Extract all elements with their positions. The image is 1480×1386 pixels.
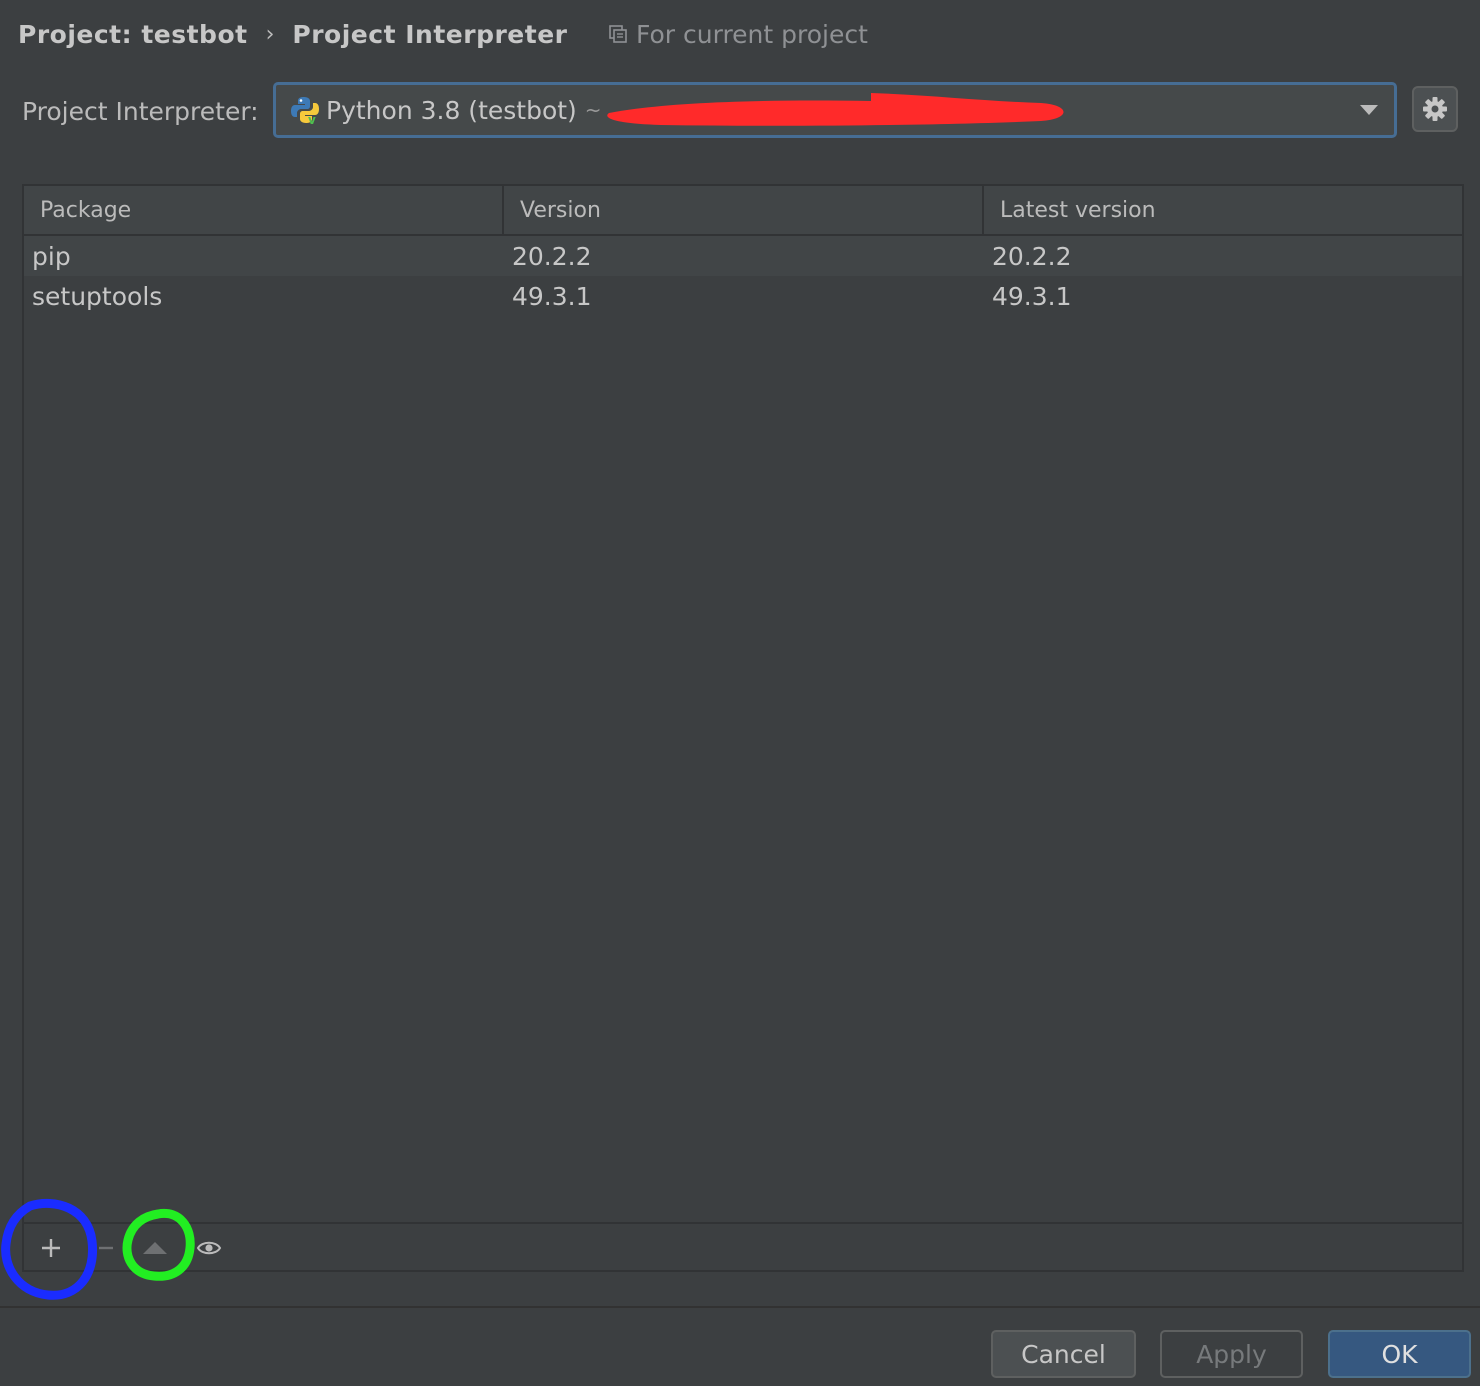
ok-button[interactable]: OK	[1328, 1330, 1471, 1378]
footer-divider	[0, 1306, 1480, 1308]
package-name: setuptools	[32, 281, 163, 311]
chevron-down-icon[interactable]	[1360, 105, 1378, 115]
copy-icon	[609, 25, 627, 43]
plus-icon	[42, 1239, 60, 1257]
uninstall-package-button[interactable]	[96, 1224, 116, 1272]
svg-text:v: v	[308, 113, 316, 125]
show-early-releases-button[interactable]	[194, 1224, 224, 1272]
breadcrumb: Project: testbot › Project Interpreter	[18, 14, 567, 54]
package-toolbar	[24, 1222, 1462, 1272]
package-name: pip	[32, 241, 71, 271]
settings-button[interactable]	[1412, 86, 1458, 132]
upgrade-package-button[interactable]	[140, 1224, 170, 1272]
table-header: Package Version Latest version	[24, 186, 1462, 236]
page-title: Project Interpreter	[292, 19, 568, 49]
gear-icon	[1423, 97, 1447, 121]
package-latest-version: 49.3.1	[992, 281, 1072, 311]
table-body: pip 20.2.2 20.2.2 setuptools 49.3.1 49.3…	[24, 236, 1462, 316]
breadcrumb-project[interactable]: Project: testbot	[18, 20, 248, 49]
interpreter-path: ~	[584, 98, 602, 122]
redaction-scribble	[607, 93, 1064, 126]
minus-icon	[99, 1246, 113, 1250]
install-package-button[interactable]	[36, 1224, 66, 1272]
interpreter-value: Python 3.8 (testbot)	[326, 95, 577, 125]
column-header-package[interactable]: Package	[24, 186, 504, 234]
table-row[interactable]: pip 20.2.2 20.2.2	[24, 236, 1462, 276]
package-latest-version: 20.2.2	[992, 241, 1072, 271]
eye-icon	[196, 1241, 222, 1255]
upgrade-icon	[143, 1242, 167, 1254]
apply-button[interactable]: Apply	[1160, 1330, 1303, 1378]
table-row[interactable]: setuptools 49.3.1 49.3.1	[24, 276, 1462, 316]
package-version: 49.3.1	[512, 281, 592, 311]
interpreter-dropdown[interactable]: v Python 3.8 (testbot) ~	[273, 82, 1397, 138]
breadcrumb-separator: ›	[265, 21, 275, 47]
package-table: Package Version Latest version pip 20.2.…	[22, 184, 1464, 1272]
interpreter-label: Project Interpreter:	[22, 96, 259, 126]
cancel-button[interactable]: Cancel	[991, 1330, 1136, 1378]
python-icon: v	[291, 97, 319, 125]
scope-label: For current project	[636, 19, 868, 49]
package-version: 20.2.2	[512, 241, 592, 271]
column-header-version[interactable]: Version	[504, 186, 984, 234]
scope-indicator: For current project	[608, 14, 868, 54]
column-header-latest-version[interactable]: Latest version	[984, 186, 1462, 234]
